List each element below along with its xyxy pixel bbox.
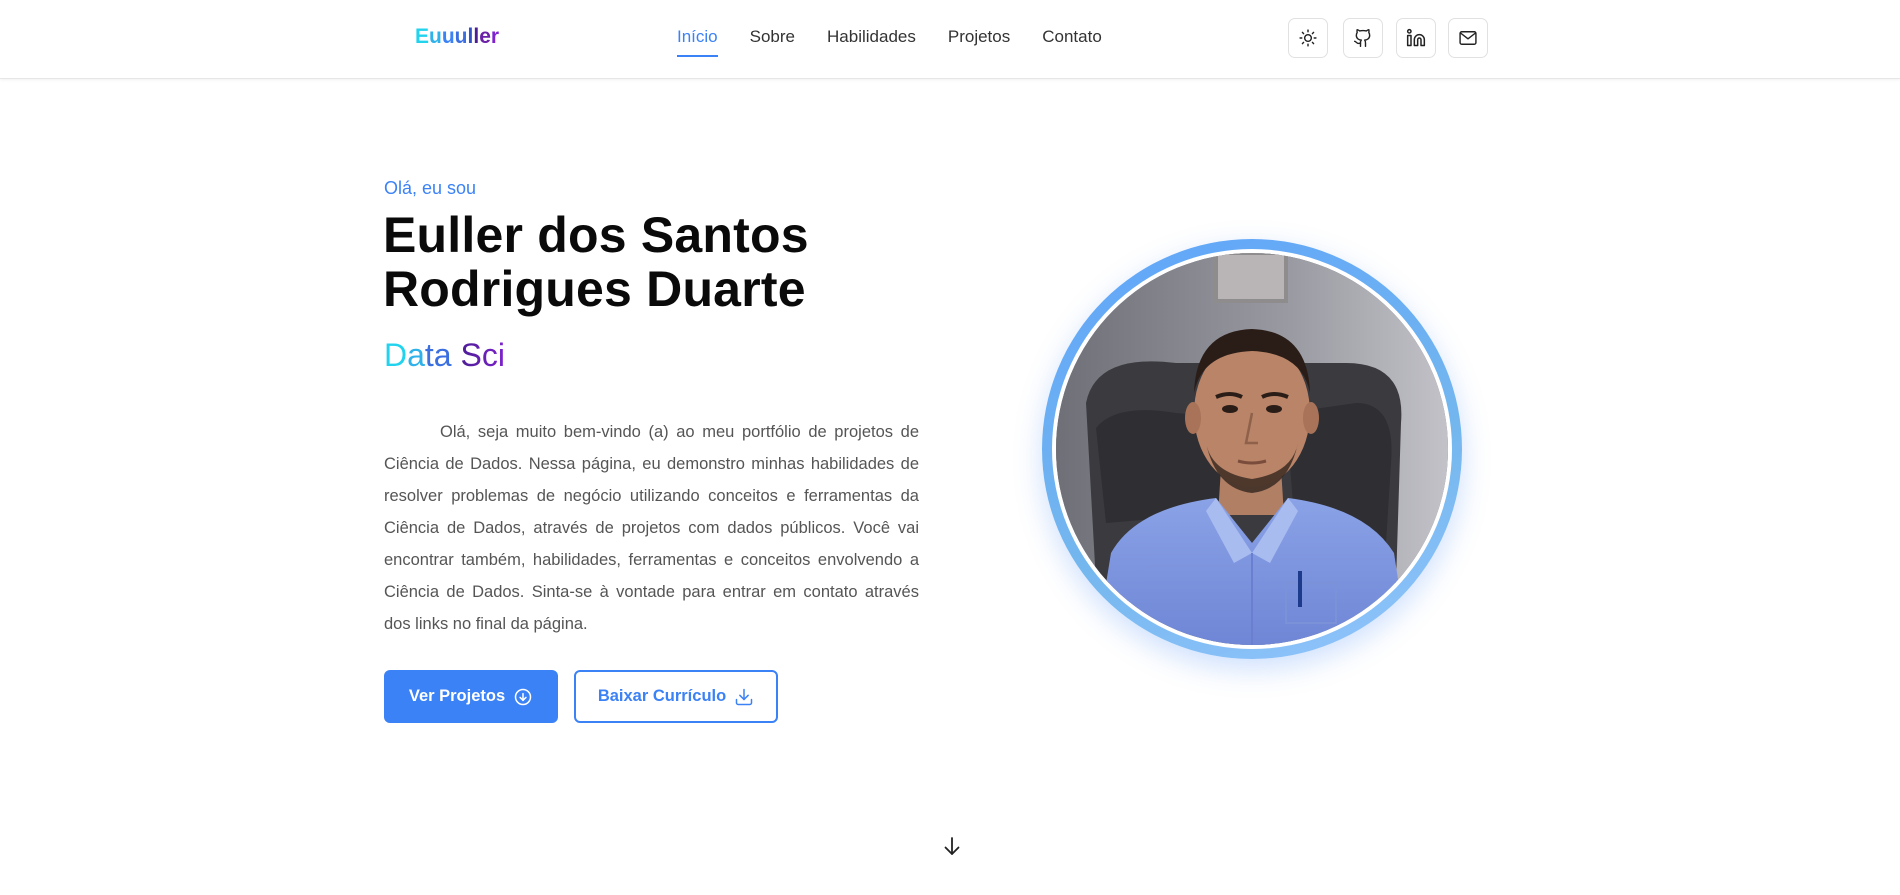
download-cv-label: Baixar Currículo	[597, 687, 727, 705]
theme-toggle-button[interactable]	[1288, 18, 1328, 58]
download-cv-button[interactable]: Baixar Currículo	[574, 670, 778, 723]
linkedin-button[interactable]	[1396, 18, 1436, 58]
profile-photo-frame	[1042, 239, 1462, 659]
github-icon	[1353, 28, 1371, 48]
nav-item-habilidades[interactable]: Habilidades	[827, 27, 916, 57]
role-part: D	[384, 337, 408, 373]
linkedin-icon	[1406, 28, 1426, 47]
brand-letter: e	[479, 25, 491, 48]
nav-item-contato[interactable]: Contato	[1042, 27, 1102, 57]
email-button[interactable]	[1448, 18, 1488, 58]
site-header: Euuuller Início Sobre Habilidades Projet…	[0, 0, 1900, 79]
brand-logo[interactable]: Euuuller	[415, 25, 499, 49]
role-typing-text: Data Sci	[384, 337, 505, 374]
brand-letter: u	[429, 25, 442, 48]
nav-item-inicio[interactable]: Início	[677, 27, 718, 57]
brand-letter: u	[454, 25, 468, 48]
role-part: a	[407, 337, 425, 373]
nav-item-projetos[interactable]: Projetos	[948, 27, 1010, 57]
intro-paragraph: Olá, seja muito bem-vindo (a) ao meu por…	[384, 423, 919, 633]
brand-letter: E	[415, 25, 430, 48]
sun-icon	[1299, 29, 1317, 47]
mail-icon	[1459, 31, 1477, 45]
profile-photo-illustration	[1056, 253, 1448, 645]
page-title: Euller dos Santos Rodrigues Duarte	[383, 207, 809, 317]
scroll-down-icon[interactable]	[940, 834, 964, 858]
arrow-down-circle-icon	[514, 688, 532, 705]
view-projects-button[interactable]: Ver Projetos	[384, 670, 558, 723]
profile-photo	[1056, 253, 1448, 645]
role-part: Sci	[460, 337, 505, 373]
github-button[interactable]	[1343, 18, 1383, 58]
role-part: ta	[424, 337, 461, 373]
nav-item-sobre[interactable]: Sobre	[750, 27, 795, 57]
greeting-text: Olá, eu sou	[384, 178, 477, 198]
download-icon	[735, 688, 753, 705]
main-nav: Início Sobre Habilidades Projetos Contat…	[677, 27, 1102, 57]
brand-letter: r	[490, 25, 500, 48]
brand-letter: u	[441, 25, 455, 48]
view-projects-label: Ver Projetos	[408, 687, 506, 705]
